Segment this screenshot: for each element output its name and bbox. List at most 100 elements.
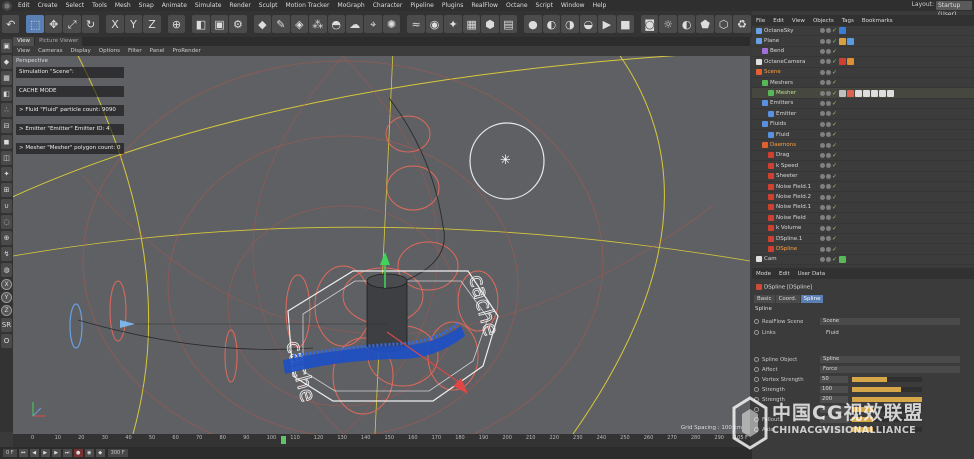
render-visibility-dot[interactable] [826,111,831,117]
object-row-bend[interactable]: Bend ✓ [752,47,974,58]
move-icon[interactable]: ✥ [44,15,63,33]
object-tag-icon[interactable] [847,58,854,66]
menu-edit[interactable]: Edit [14,2,34,9]
enabled-check-icon[interactable]: ✓ [832,48,837,54]
polygons-mode-icon[interactable]: ◼ [1,135,12,149]
menu-create[interactable]: Create [34,2,62,9]
render-visibility-dot[interactable] [826,256,831,262]
texture-mode-icon[interactable]: ▦ [1,71,12,85]
octane-render-icon[interactable]: ■ [616,15,634,33]
subdivision-icon[interactable]: ◈ [290,15,309,33]
enabled-check-icon[interactable]: ✓ [832,121,837,127]
tab-picture-viewer[interactable]: Picture Viewer [35,37,83,46]
object-tag-icon[interactable] [863,89,870,97]
attribute-tab-spline[interactable]: Spline [800,295,824,303]
object-row-emitter[interactable]: Emitter ✓ [752,109,974,120]
om-menu-file[interactable]: File [752,18,769,24]
tab-view[interactable]: View [13,37,35,46]
object-row-fluids[interactable]: Fluids ✓ [752,120,974,130]
enabled-check-icon[interactable]: ✓ [832,173,837,179]
enabled-check-icon[interactable]: ✓ [832,100,837,106]
enabled-check-icon[interactable]: ✓ [832,132,837,138]
affect-dropdown[interactable]: Force [820,366,960,373]
object-tag-icon[interactable] [839,255,846,263]
enabled-check-icon[interactable]: ✓ [832,215,837,221]
enabled-check-icon[interactable]: ✓ [832,184,837,190]
menu-simulate[interactable]: Simulate [191,2,226,9]
locked-workplane-icon[interactable]: ⊞ [1,183,12,197]
object-row-mesher[interactable]: Mesher ✓ [752,88,974,99]
octane-settings-icon[interactable]: ◙ [641,15,659,33]
editor-visibility-dot[interactable] [820,152,825,158]
menu-mesh[interactable]: Mesh [111,2,135,9]
object-tag-icon[interactable] [847,37,854,45]
magnet-icon[interactable]: ∪ [1,199,12,213]
menu-octane[interactable]: Octane [502,2,532,9]
object-row-fluid[interactable]: Fluid ✓ [752,130,974,141]
enabled-check-icon[interactable]: ✓ [832,142,837,148]
menu-mograph[interactable]: MoGraph [333,2,368,9]
anim-dot-icon[interactable] [754,319,759,324]
edges-mode-icon[interactable]: ⊟ [1,119,12,133]
octane-light-icon[interactable]: ◑ [561,15,579,33]
object-tag-icon[interactable] [839,27,846,35]
perspective-viewport[interactable]: ✳ cache cache Perspective Simulation "Sc… [13,56,750,434]
viewport-menu-view[interactable]: View [13,48,34,54]
render-visibility-dot[interactable] [826,28,831,34]
enabled-check-icon[interactable]: ✓ [832,90,837,96]
octane-sun-icon[interactable]: ☼ [659,15,677,33]
object-row-octanesky[interactable]: OctaneSky ✓ [752,26,974,37]
render-visibility-dot[interactable] [826,246,831,252]
render-visibility-dot[interactable] [826,132,831,138]
viewport-menu-filter[interactable]: Filter [124,48,146,54]
om-menu-edit[interactable]: Edit [769,18,788,24]
previous-frame-icon[interactable]: ◀ [29,449,39,457]
solo-icon[interactable]: ◍ [1,263,12,277]
realflow-fluid-icon[interactable]: ≈ [407,15,425,33]
object-tag-icon[interactable] [839,58,846,66]
object-name[interactable]: OctaneCamera [764,59,826,65]
object-row-noise-field-2[interactable]: Noise Field.2 ✓ [752,192,974,203]
editor-visibility-dot[interactable] [820,142,825,148]
axis-y-lock-icon[interactable]: Y [1,292,12,303]
viewport-menu-display[interactable]: Display [67,48,95,54]
snap-icon[interactable]: ✦ [1,167,12,181]
object-tag-icon[interactable] [887,89,894,97]
enable-axis-icon[interactable]: ⊕ [1,231,12,245]
menu-motion-tracker[interactable]: Motion Tracker [282,2,334,9]
octane-material-icon[interactable]: ◐ [542,15,561,33]
model-mode-icon[interactable]: ◆ [1,55,12,69]
enabled-check-icon[interactable]: ✓ [832,256,837,262]
light-icon[interactable]: ✺ [382,15,401,33]
realflow-mesher-icon[interactable]: ▦ [462,15,481,33]
object-name[interactable]: OctaneSky [764,28,826,34]
object-row-k-volume[interactable]: k Volume ✓ [752,224,974,234]
camera-icon[interactable]: ⌖ [364,15,382,33]
object-row-noise-field-1[interactable]: Noise Field.1 ✓ [752,182,974,193]
editor-visibility-dot[interactable] [820,80,825,86]
attribute-tab-coord[interactable]: Coord. [775,295,800,303]
menu-render[interactable]: Render [225,2,254,9]
object-row-meshers[interactable]: Meshers ✓ [752,78,974,89]
script-icon[interactable]: SR [1,318,12,332]
environment-icon[interactable]: ☁ [345,15,364,33]
param-slider[interactable] [852,377,922,382]
editor-visibility-dot[interactable] [820,225,825,231]
axis-x-lock-icon[interactable]: X [1,279,12,290]
go-to-start-icon[interactable]: ⏮ [18,449,28,457]
render-visibility-dot[interactable] [826,142,831,148]
menu-pipeline[interactable]: Pipeline [406,2,437,9]
autokey-icon[interactable]: ◉ [84,449,94,457]
render-visibility-dot[interactable] [826,194,831,200]
render-visibility-dot[interactable] [826,121,831,127]
render-visibility-dot[interactable] [826,184,831,190]
om-menu-tags[interactable]: Tags [838,18,858,24]
object-row-sheeter[interactable]: Sheeter ✓ [752,172,974,182]
enabled-check-icon[interactable]: ✓ [832,225,837,231]
anim-dot-icon[interactable] [754,377,759,382]
param-value-field[interactable]: 50 [820,376,848,383]
array-icon[interactable]: ⁂ [309,15,327,33]
object-tag-icon[interactable] [871,89,878,97]
object-row-noise-field[interactable]: Noise Field ✓ [752,213,974,224]
spline-object-link[interactable]: Spline [820,356,960,363]
